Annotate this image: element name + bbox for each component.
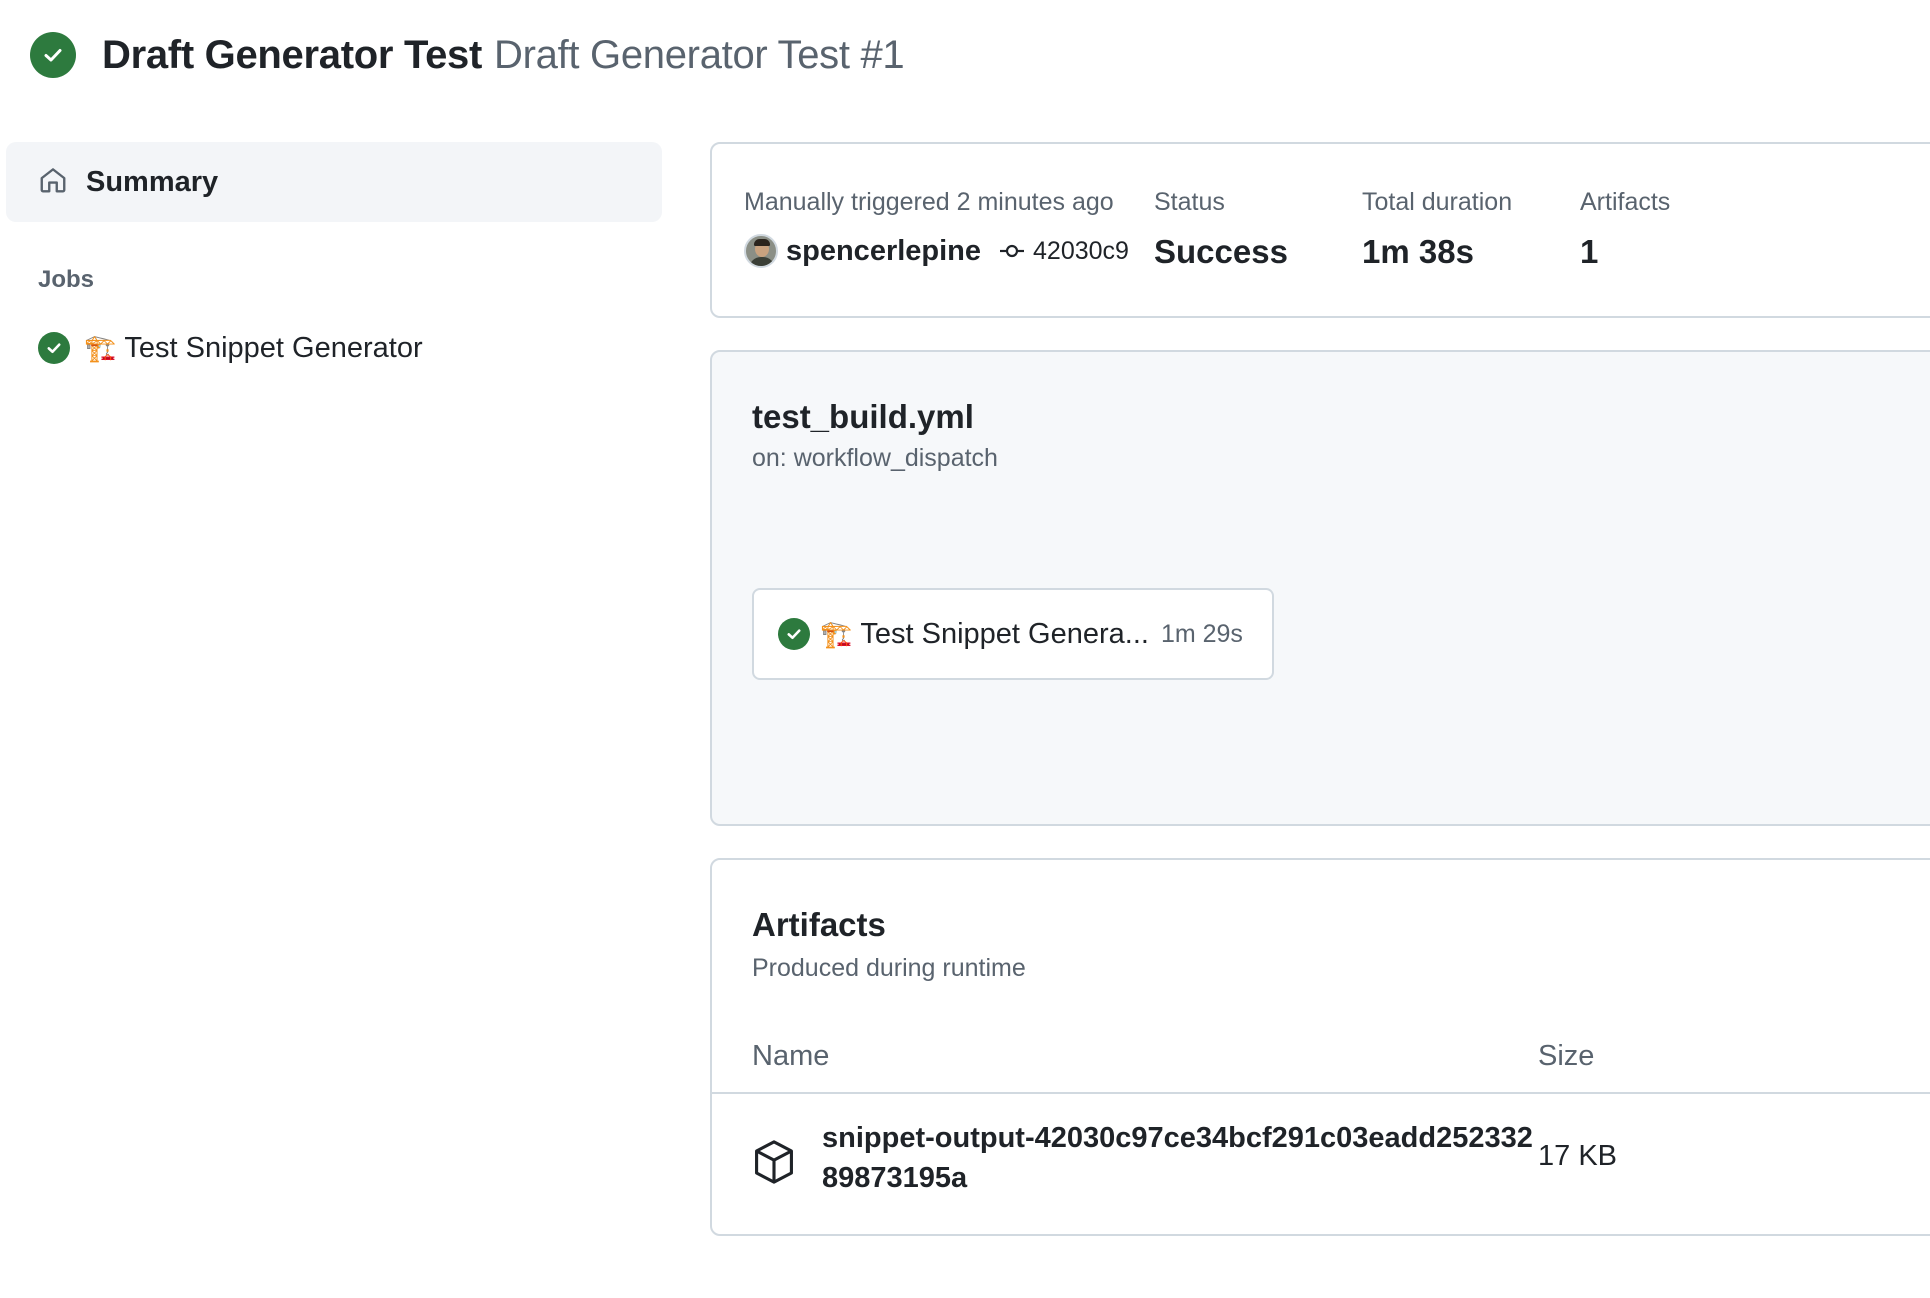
duration-value: 1m 38s — [1362, 233, 1474, 270]
construction-crane-icon: 🏗️ — [84, 332, 117, 363]
graph-job-name: Test Snippet Genera... — [860, 617, 1149, 650]
artifacts-label: Artifacts — [1580, 188, 1671, 216]
artifact-size: 17 KB — [1538, 1140, 1617, 1172]
workflow-run-page: Draft Generator Test Draft Generator Tes… — [0, 0, 1930, 1298]
artifacts-table-header: Name Size — [712, 1030, 1930, 1094]
package-icon — [752, 1138, 796, 1191]
check-circle-icon — [30, 32, 76, 78]
artifacts-title: Artifacts — [752, 906, 886, 943]
actor-link[interactable]: spencerlepine — [786, 235, 981, 268]
run-summary-card: Manually triggered 2 minutes ago spencer… — [710, 142, 1930, 318]
artifact-name-link[interactable]: snippet-output-42030c97ce34bcf291c03eadd… — [822, 1118, 1542, 1198]
status-value: Success — [1154, 233, 1288, 270]
sidebar-item-job[interactable]: 🏗️ Test Snippet Generator — [6, 328, 662, 368]
git-commit-icon — [999, 241, 1025, 261]
check-circle-icon — [778, 618, 810, 650]
artifacts-count[interactable]: 1 — [1580, 233, 1670, 271]
sidebar-item-label: Summary — [86, 165, 219, 198]
construction-crane-icon: 🏗️ — [820, 618, 853, 649]
actor-row: spencerlepine 42030c9 — [744, 231, 1129, 271]
jobs-heading: Jobs — [38, 266, 95, 293]
trigger-text: Manually triggered 2 minutes ago — [744, 188, 1114, 216]
workflow-trigger: on: workflow_dispatch — [752, 444, 998, 472]
graph-job-duration: 1m 29s — [1160, 619, 1243, 648]
graph-job-node[interactable]: 🏗️ Test Snippet Genera... 1m 29s — [752, 588, 1274, 680]
column-header-size: Size — [1538, 1040, 1595, 1072]
status-label: Status — [1154, 188, 1225, 216]
sidebar: Summary Jobs 🏗️ Test Snippet Generator — [6, 142, 662, 368]
home-icon — [38, 165, 68, 200]
artifacts-subtitle: Produced during runtime — [752, 954, 1026, 982]
column-header-name: Name — [752, 1040, 830, 1072]
sidebar-item-summary[interactable]: Summary — [6, 142, 662, 222]
status-info: Status Success — [1154, 188, 1288, 271]
duration-label: Total duration — [1362, 188, 1513, 216]
trigger-info: Manually triggered 2 minutes ago spencer… — [744, 188, 1129, 271]
workflow-file-name: test_build.yml — [752, 398, 974, 435]
workflow-graph-card: test_build.yml on: workflow_dispatch 🏗️ … — [710, 350, 1930, 826]
artifacts-info: Artifacts 1 — [1580, 188, 1670, 271]
check-circle-icon — [38, 332, 70, 364]
workflow-name: Draft Generator Test — [102, 32, 483, 77]
run-title: Draft Generator Test #1 — [494, 32, 905, 77]
job-label: Test Snippet Generator — [124, 331, 423, 364]
avatar[interactable] — [744, 234, 778, 268]
table-row: snippet-output-42030c97ce34bcf291c03eadd… — [712, 1096, 1930, 1234]
run-header: Draft Generator Test Draft Generator Tes… — [30, 30, 905, 80]
duration-info: Total duration 1m 38s — [1362, 188, 1512, 271]
commit-sha-link[interactable]: 42030c9 — [1033, 237, 1129, 266]
artifacts-card: Artifacts Produced during runtime Name S… — [710, 858, 1930, 1236]
